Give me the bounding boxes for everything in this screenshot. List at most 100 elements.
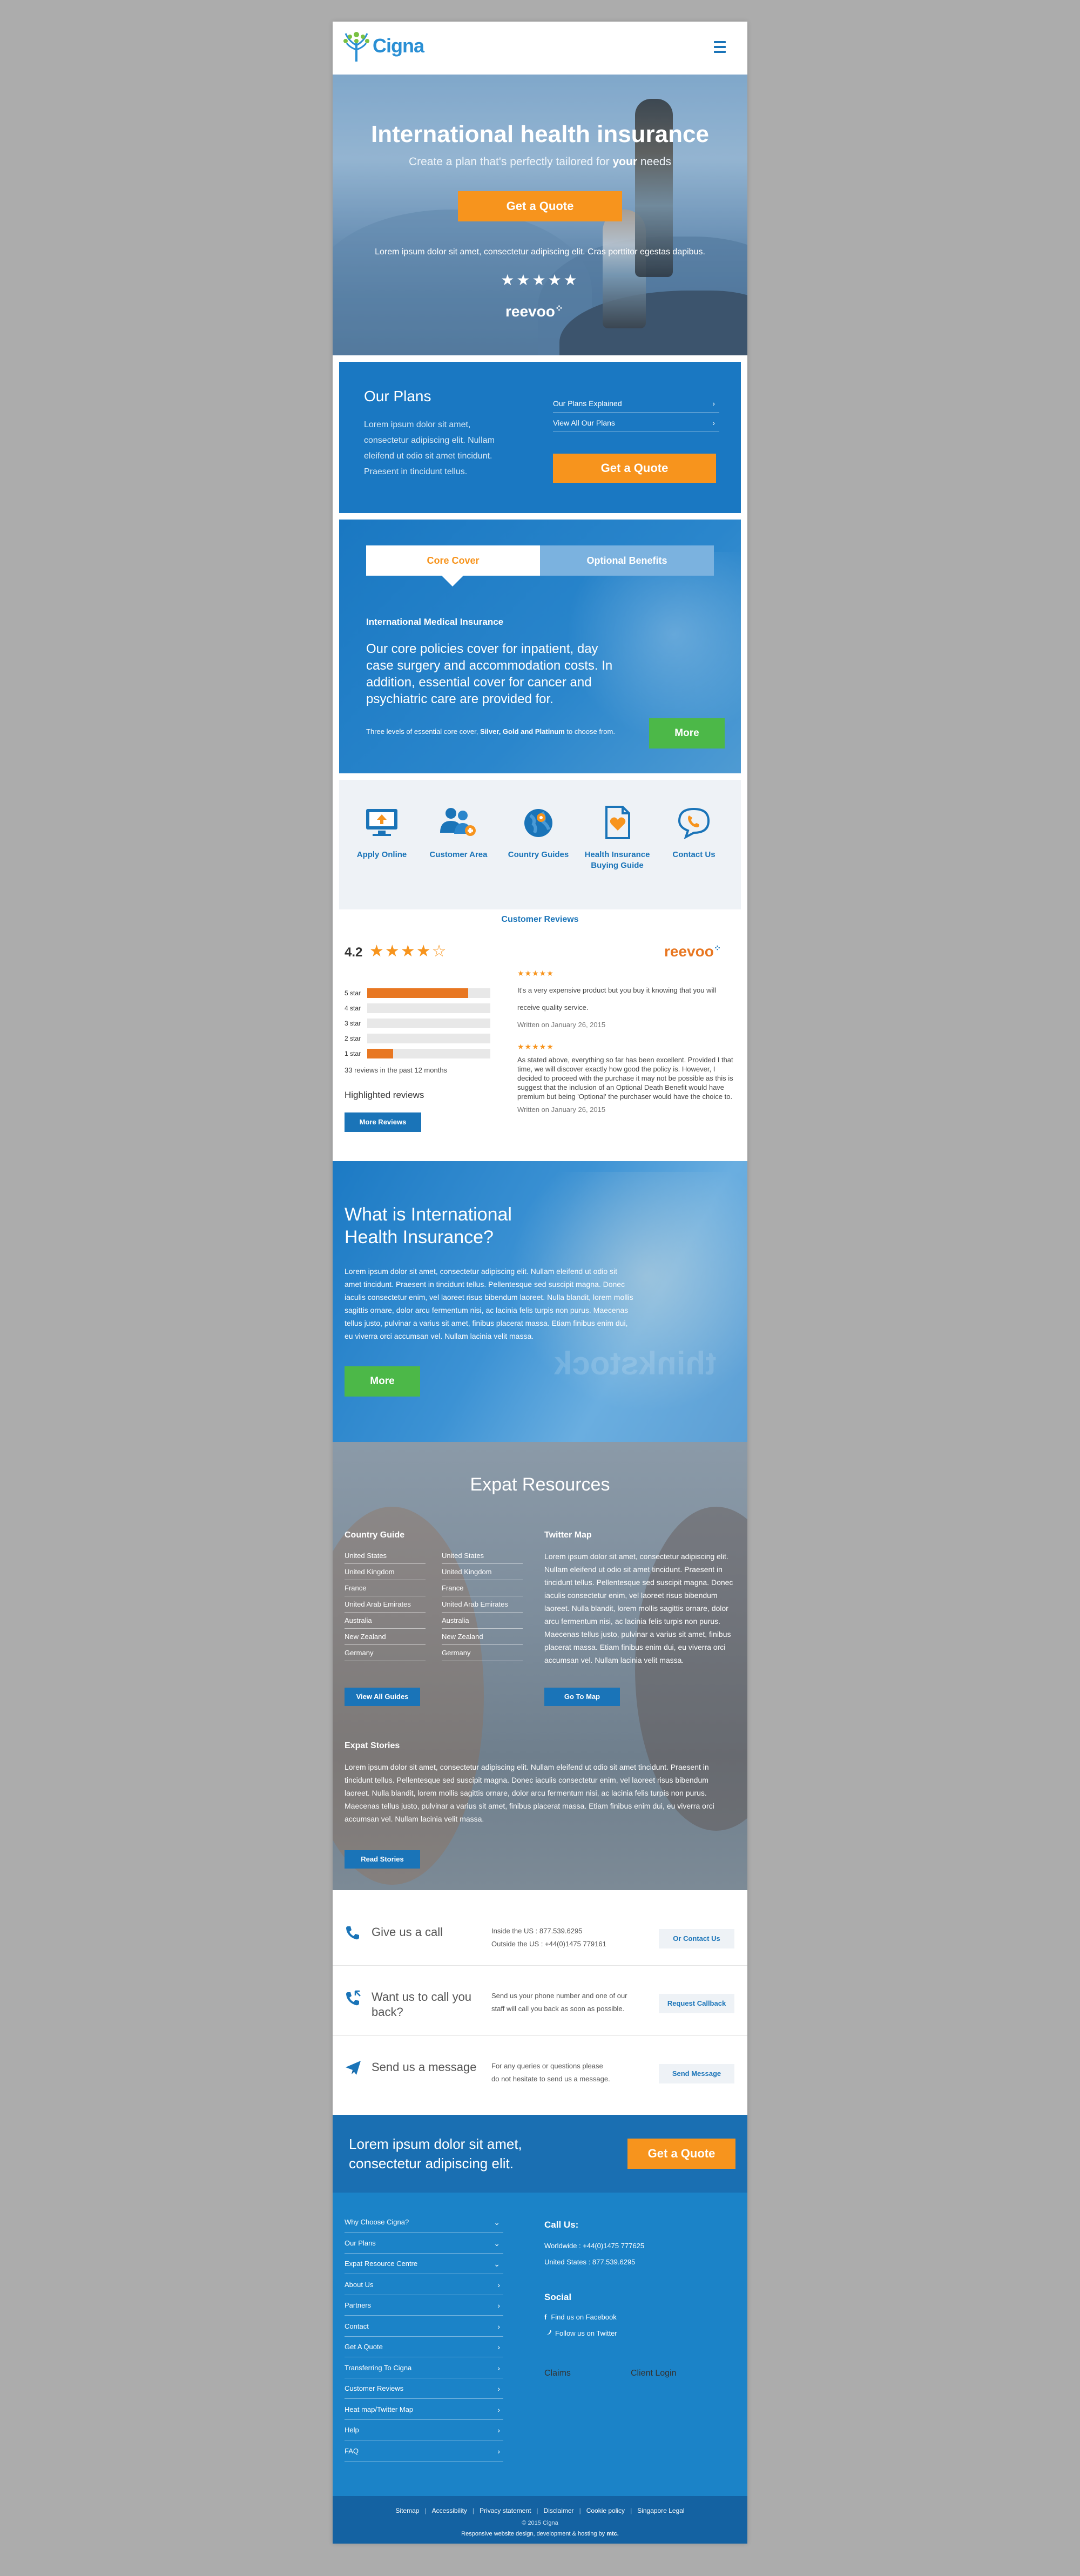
review-item: ★★★★★ As stated above, everything so far… xyxy=(517,1041,739,1115)
footer-nav-link[interactable]: Contact › xyxy=(345,2316,503,2337)
country-guide-link[interactable]: Germany xyxy=(345,1645,426,1661)
footer-nav-link[interactable]: About Us › xyxy=(345,2275,503,2295)
legal-link[interactable]: Sitemap xyxy=(395,2507,419,2514)
reevoo-logo-text: reevoo xyxy=(664,943,714,960)
footer-get-quote-button[interactable]: Get a Quote xyxy=(627,2139,735,2169)
star-full-icon: ★ xyxy=(369,942,385,960)
footer-nav-label: Partners xyxy=(345,2301,372,2309)
country-guide-link[interactable]: New Zealand xyxy=(345,1629,426,1645)
twitter-link[interactable]: Follow us on Twitter xyxy=(544,2325,617,2342)
what-is-title: What is International Health Insurance? xyxy=(345,1204,512,1247)
what-is-more-button[interactable]: More xyxy=(345,1366,420,1397)
tab-optional-benefits[interactable]: Optional Benefits xyxy=(540,545,714,576)
our-plans-title: Our Plans xyxy=(364,388,431,404)
legal-link[interactable]: Cookie policy xyxy=(586,2507,625,2514)
chevron-down-icon: ⌄ xyxy=(494,2260,500,2268)
brand-name[interactable]: Cigna xyxy=(373,35,424,57)
footer-nav-link[interactable]: Transferring To Cigna › xyxy=(345,2358,503,2378)
rating-bar-row[interactable]: 3 star xyxy=(345,1017,496,1029)
call-us-line: Worldwide : +44(0)1475 777625 xyxy=(544,2242,645,2250)
country-guide-link[interactable]: United Arab Emirates xyxy=(345,1596,426,1613)
facebook-link[interactable]: f Find us on Facebook xyxy=(544,2309,617,2325)
footer-nav-link[interactable]: Partners › xyxy=(345,2295,503,2316)
legal-link[interactable]: Privacy statement xyxy=(480,2507,531,2514)
footer-nav-link[interactable]: Why Choose Cigna? ⌄ xyxy=(345,2212,503,2233)
hero-get-quote-button[interactable]: Get a Quote xyxy=(458,191,622,221)
footer-nav-label: Why Choose Cigna? xyxy=(345,2218,409,2226)
quicklink-buying-guide[interactable]: Health Insurance Buying Guide xyxy=(577,806,658,871)
footer-nav-link[interactable]: Expat Resource Centre ⌄ xyxy=(345,2254,503,2274)
credit-agency[interactable]: mtc. xyxy=(606,2531,619,2537)
rating-bar-track xyxy=(367,988,490,998)
send-message-button[interactable]: Send Message xyxy=(659,2064,734,2083)
country-guide-link[interactable]: New Zealand xyxy=(442,1629,523,1645)
facebook-icon: f xyxy=(544,2313,547,2321)
footer-nav-link[interactable]: Help › xyxy=(345,2420,503,2440)
country-guide-link[interactable]: France xyxy=(345,1580,426,1596)
tab-core-cover[interactable]: Core Cover xyxy=(366,545,540,586)
review-count-text: 33 reviews in the past 12 months xyxy=(345,1066,448,1074)
view-all-guides-button[interactable]: View All Guides xyxy=(345,1688,420,1706)
reevoo-logo[interactable]: reevoo⁘ xyxy=(505,303,576,320)
legal-link[interactable]: Singapore Legal xyxy=(637,2507,684,2514)
rating-bar-row[interactable]: 1 star xyxy=(345,1048,496,1060)
country-guide-link[interactable]: United States xyxy=(442,1548,523,1564)
contact-us-button[interactable]: Or Contact Us xyxy=(659,1929,734,1948)
rating-bar-fill xyxy=(367,1049,393,1058)
page: Cigna International health insurance Cre… xyxy=(333,22,747,2544)
rating-bar-row[interactable]: 2 star xyxy=(345,1033,496,1044)
contact-line: Inside the US : 877.539.6295 xyxy=(491,1927,583,1935)
site-footer: Why Choose Cigna? ⌄ Our Plans ⌄ Expat Resour… xyxy=(333,2193,747,2496)
footer-nav-link[interactable]: Heat map/Twitter Map › xyxy=(345,2399,503,2420)
customer-reviews-title[interactable]: Customer Reviews xyxy=(333,915,747,925)
legal-link[interactable]: Accessibility xyxy=(432,2507,467,2514)
hero-title-wrap: International health insurance xyxy=(333,121,747,148)
twitter-link-label: Follow us on Twitter xyxy=(555,2329,617,2337)
footer-nav-link[interactable]: Get A Quote › xyxy=(345,2337,503,2357)
country-guide-link[interactable]: Germany xyxy=(442,1645,523,1661)
request-callback-button[interactable]: Request Callback xyxy=(659,1994,734,2013)
country-guide-link[interactable]: United Arab Emirates xyxy=(442,1596,523,1613)
reevoo-logo[interactable]: reevoo⁘ xyxy=(664,943,721,960)
chevron-right-icon: › xyxy=(497,2384,500,2393)
country-guide-list: United States United Kingdom France United … xyxy=(345,1548,426,1661)
country-guide-link[interactable]: Australia xyxy=(345,1613,426,1629)
footer-nav-link[interactable]: FAQ › xyxy=(345,2441,503,2462)
claims-button[interactable]: Claims xyxy=(544,2369,571,2378)
quicklink-apply-online[interactable]: Apply Online xyxy=(341,806,422,860)
quicklink-customer-area[interactable]: Customer Area xyxy=(418,806,499,860)
copyright-text: © 2015 Cigna xyxy=(522,2520,558,2526)
rating-bar-row[interactable]: 5 star xyxy=(345,987,496,999)
country-guide-link[interactable]: Australia xyxy=(442,1613,523,1629)
rating-bar-label: 5 star xyxy=(345,989,361,997)
hamburger-menu-icon[interactable] xyxy=(714,41,726,53)
review-text: It's a very expensive product but you bu… xyxy=(517,986,717,1011)
quicklink-country-guides[interactable]: Country Guides xyxy=(498,806,579,860)
cigna-tree-logo-icon[interactable] xyxy=(342,29,370,63)
country-guide-link[interactable]: United Kingdom xyxy=(442,1564,523,1580)
reevoo-dots-icon: ⁘ xyxy=(555,303,563,314)
go-to-map-button[interactable]: Go To Map xyxy=(544,1688,620,1706)
quicklink-contact-us[interactable]: Contact Us xyxy=(653,806,734,860)
country-guide-link[interactable]: United States xyxy=(345,1548,426,1564)
chevron-right-icon: › xyxy=(497,2405,500,2414)
more-reviews-button[interactable]: More Reviews xyxy=(345,1112,421,1132)
cover-more-button[interactable]: More xyxy=(649,718,725,748)
country-guide-link[interactable]: United Kingdom xyxy=(345,1564,426,1580)
contact-row-callback: Want us to call you back? Send us your p… xyxy=(333,1966,747,2036)
plans-link-explained[interactable]: Our Plans Explained › xyxy=(553,394,719,413)
rating-bar-row[interactable]: 4 star xyxy=(345,1002,496,1014)
plans-link-view-all[interactable]: View All Our Plans › xyxy=(553,414,719,432)
country-guide-link[interactable]: France xyxy=(442,1580,523,1596)
footer-nav-label: Get A Quote xyxy=(345,2343,383,2351)
review-item: ★★★★★ It's a very expensive product but … xyxy=(517,968,739,1030)
client-login-button[interactable]: Client Login xyxy=(631,2369,677,2378)
footer-nav-link[interactable]: Customer Reviews › xyxy=(345,2378,503,2399)
footer-nav-link[interactable]: Our Plans ⌄ xyxy=(345,2233,503,2254)
read-stories-button[interactable]: Read Stories xyxy=(345,1850,420,1869)
legal-link[interactable]: Disclaimer xyxy=(544,2507,574,2514)
plans-link-label: Our Plans Explained xyxy=(553,399,622,408)
hero-subtitle-text: Create a plan that's perfectly tailored … xyxy=(408,156,613,168)
plans-get-quote-button[interactable]: Get a Quote xyxy=(553,454,716,483)
chevron-right-icon: › xyxy=(497,2363,500,2372)
